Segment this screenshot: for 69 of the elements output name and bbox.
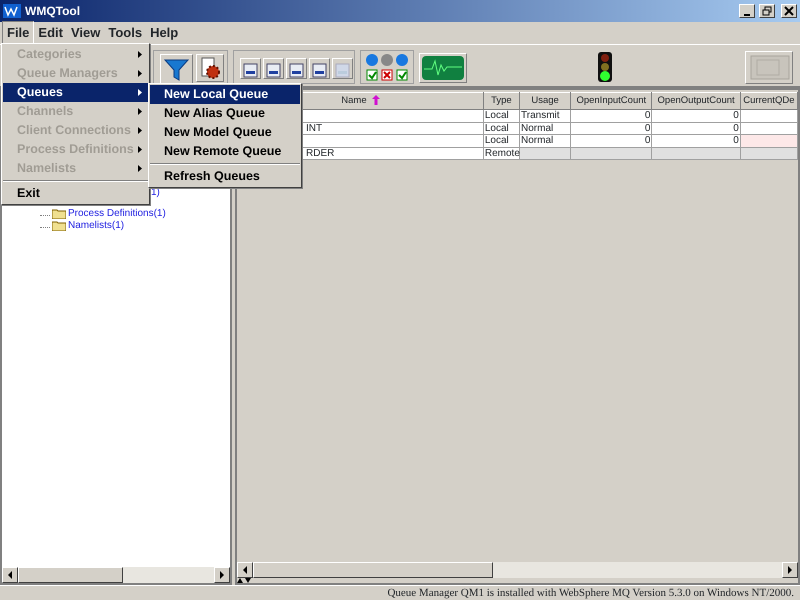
menu-item[interactable]: Queues [3, 83, 148, 102]
column-header[interactable]: OpenInputCount [570, 92, 652, 110]
menu-item[interactable]: New Model Queue [150, 123, 300, 142]
minimize-button[interactable] [739, 4, 755, 18]
close-button[interactable] [781, 4, 797, 18]
submenu-arrow-icon [138, 108, 142, 115]
column-header[interactable]: CurrentQDe [740, 92, 798, 110]
tree-item[interactable]: Namelists(1) [68, 218, 124, 232]
right-arrow-icon [787, 566, 793, 574]
menu-item[interactable]: Help [146, 22, 182, 44]
column-header[interactable]: Usage [520, 92, 571, 110]
menu-item[interactable]: New Local Queue [150, 85, 300, 104]
folder-icon [52, 208, 66, 218]
queue-tool-icon[interactable] [240, 58, 261, 79]
submenu-arrow-icon [138, 51, 142, 58]
table-cell: Transmit [520, 110, 571, 122]
table-cell: 0 [570, 122, 652, 134]
table-cell: Normal [520, 122, 571, 134]
menu-item[interactable]: New Remote Queue [150, 142, 300, 161]
submenu-arrow-icon [138, 89, 142, 96]
restore-icon [762, 6, 772, 16]
table-cell: INT [306, 122, 322, 134]
table-cell: 0 [652, 134, 740, 147]
filter-icon[interactable] [160, 54, 193, 84]
menu-item[interactable]: Refresh Queues [150, 167, 300, 186]
submenu-arrow-icon [138, 165, 142, 172]
table-cell: Normal [520, 134, 571, 147]
splitter-arrows-icon [237, 578, 253, 583]
traffic-light-icon [595, 52, 615, 82]
scroll-right-button[interactable] [214, 567, 230, 583]
table-cell: RDER [306, 148, 334, 159]
status-lights-icon[interactable] [364, 53, 410, 83]
submenu-arrow-icon [138, 70, 142, 77]
menu-item[interactable]: Exit [3, 184, 148, 203]
table-cell: 0 [570, 110, 652, 122]
submenu-arrow-icon [138, 146, 142, 153]
minimize-icon [744, 14, 750, 16]
scroll-thumb[interactable] [253, 562, 493, 578]
table-cell: 0 [570, 134, 652, 147]
gear-icon[interactable] [196, 54, 224, 82]
queue-tool-icon[interactable] [309, 58, 330, 79]
column-header[interactable]: OpenOutputCount [652, 92, 740, 110]
queue-tool-icon[interactable] [286, 58, 307, 79]
left-arrow-icon [242, 566, 248, 574]
column-header[interactable]: Type [483, 92, 520, 110]
menu-item[interactable]: Tools [104, 22, 146, 44]
status-text: Queue Manager QM1 is installed with WebSphere MQ Version 5.3.0 on Windows NT/2000. [0, 585, 800, 600]
scroll-left-button[interactable] [2, 567, 18, 583]
table-cell [520, 147, 571, 160]
table-cell: 0 [652, 110, 740, 122]
window-title: WMQTool [25, 3, 80, 20]
panel-icon[interactable] [745, 51, 793, 84]
queue-tool-icon[interactable] [332, 58, 353, 79]
right-arrow-icon [219, 571, 225, 579]
scroll-right-button[interactable] [782, 562, 798, 578]
monitor-icon[interactable] [419, 53, 467, 83]
close-icon [784, 6, 794, 16]
submenu-arrow-icon [138, 127, 142, 134]
folder-icon [52, 220, 66, 230]
menu-item[interactable]: Edit [34, 22, 67, 44]
restore-button[interactable] [759, 4, 775, 18]
app-icon [3, 4, 21, 18]
menu-item[interactable]: View [66, 22, 104, 44]
tree-item[interactable]: Process Definitions(1) [68, 206, 166, 220]
left-arrow-icon [7, 571, 13, 579]
scroll-left-button[interactable] [237, 562, 253, 578]
scroll-thumb[interactable] [18, 567, 123, 583]
queue-tool-icon[interactable] [263, 58, 284, 79]
table-cell: 0 [652, 122, 740, 134]
